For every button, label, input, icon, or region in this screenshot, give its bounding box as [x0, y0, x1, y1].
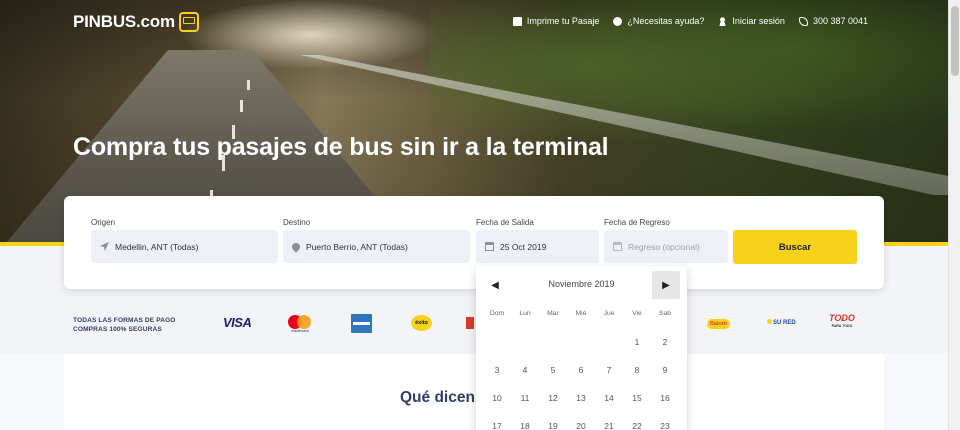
baloto-logo: Baloto — [707, 319, 731, 329]
logo-text: PINBUS.com — [73, 12, 175, 31]
hero-headline: Compra tus pasajes de bus sin ir a la te… — [73, 133, 609, 161]
nav-help-label: ¿Necesitas ayuda? — [627, 16, 705, 26]
search-button[interactable]: Buscar — [733, 230, 857, 264]
weekday-header: Jue — [603, 310, 615, 317]
calendar-day[interactable]: 3 — [483, 365, 511, 375]
calendar-day[interactable]: 16 — [651, 393, 679, 403]
calendar-day[interactable]: 22 — [623, 421, 651, 430]
origin-value: Medellin, ANT (Todas) — [115, 241, 199, 252]
sured-logo: SU RED — [767, 319, 796, 326]
return-label: Fecha de Regreso — [604, 218, 670, 227]
phone-icon — [798, 16, 808, 26]
destination-label: Destino — [283, 218, 311, 227]
top-navigation: Imprime tu Pasaje ¿Necesitas ayuda? Inic… — [512, 16, 868, 26]
nav-phone[interactable]: 300 387 0041 — [798, 16, 868, 26]
calendar-day[interactable]: 14 — [595, 393, 623, 403]
calendar-day[interactable]: 2 — [651, 337, 679, 347]
datepicker-popup: ◀ Noviembre 2019 ▶ Dom Lun Mar Mié Jue Vie Sab… — [476, 266, 687, 430]
origin-input[interactable]: Medellin, ANT (Todas) — [91, 230, 278, 263]
todo-subtext: PARA TODO — [831, 324, 853, 328]
payment-text: TODAS LAS FORMAS DE PAGO COMPRAS 100% SE… — [73, 316, 176, 334]
todo-logo: TODO PARA TODO — [829, 314, 855, 330]
map-pin-icon — [290, 240, 302, 253]
origin-label: Origen — [91, 218, 116, 227]
return-date-input[interactable]: Regreso (opcional) — [604, 230, 728, 263]
nav-print-label: Imprime tu Pasaje — [526, 16, 600, 26]
calendar-icon — [485, 242, 494, 251]
road-lane-mark — [240, 100, 243, 112]
mastercard-text: mastercard — [291, 329, 309, 333]
calendar-day[interactable]: 23 — [651, 421, 679, 430]
calendar-day[interactable]: 6 — [567, 365, 595, 375]
weekday-header: Lun — [519, 310, 531, 317]
search-panel: Origen Medellin, ANT (Todas) Destino Pue… — [64, 196, 884, 289]
calendar-day[interactable]: 12 — [539, 393, 567, 403]
departure-label: Fecha de Salida — [476, 218, 534, 227]
nav-phone-label: 300 387 0041 — [812, 16, 868, 26]
departure-date-input[interactable]: 25 Oct 2019 — [476, 230, 599, 263]
bus-logo-icon — [178, 12, 199, 32]
calendar-day[interactable]: 20 — [567, 421, 595, 430]
calendar-day[interactable]: 11 — [511, 393, 539, 403]
destination-value: Puerto Berrio, ANT (Todas) — [306, 241, 408, 252]
mastercard-logo: mastercard — [287, 314, 313, 334]
site-logo[interactable]: PINBUS.com — [73, 12, 199, 32]
testimonials-section: Qué dicen de nosotros — [0, 354, 948, 430]
calendar-day[interactable]: 17 — [483, 421, 511, 430]
calendar-day[interactable]: 1 — [623, 337, 651, 347]
calendar-day[interactable]: 13 — [567, 393, 595, 403]
user-icon — [718, 16, 728, 26]
calendar-day[interactable]: 9 — [651, 365, 679, 375]
calendar-day[interactable]: 10 — [483, 393, 511, 403]
nav-help[interactable]: ¿Necesitas ayuda? — [613, 16, 704, 26]
road-lane-mark — [247, 80, 250, 90]
destination-input[interactable]: Puerto Berrio, ANT (Todas) — [283, 230, 470, 263]
print-icon — [512, 16, 522, 26]
scrollbar-thumb[interactable] — [951, 6, 959, 76]
nav-print-ticket[interactable]: Imprime tu Pasaje — [512, 16, 600, 26]
help-icon — [613, 16, 623, 26]
calendar-day[interactable]: 15 — [623, 393, 651, 403]
weekday-header: Mié — [575, 310, 587, 317]
weekday-header: Dom — [489, 310, 505, 317]
calendar-day[interactable]: 18 — [511, 421, 539, 430]
calendar-day[interactable]: 4 — [511, 365, 539, 375]
payment-text-line2: COMPRAS 100% SEGURAS — [73, 326, 162, 333]
calendar-day[interactable]: 8 — [623, 365, 651, 375]
weekday-header: Sab — [658, 310, 672, 317]
amex-logo — [351, 314, 372, 333]
weekday-header: Vie — [632, 310, 642, 317]
payment-text-line1: TODAS LAS FORMAS DE PAGO — [73, 317, 176, 324]
weekday-header: Mar — [547, 310, 559, 317]
location-arrow-icon — [100, 242, 109, 251]
sured-text: SU RED — [773, 320, 796, 326]
next-month-button[interactable]: ▶ — [652, 271, 680, 299]
payment-methods-strip: TODAS LAS FORMAS DE PAGO COMPRAS 100% SE… — [0, 296, 948, 354]
calendar-day[interactable]: 7 — [595, 365, 623, 375]
calendar-day[interactable]: 5 — [539, 365, 567, 375]
page-scrollbar[interactable] — [948, 0, 960, 430]
calendar-day[interactable]: 21 — [595, 421, 623, 430]
calendar-day[interactable]: 19 — [539, 421, 567, 430]
return-placeholder: Regreso (opcional) — [628, 241, 700, 252]
calendar-icon — [613, 242, 622, 251]
departure-value: 25 Oct 2019 — [500, 241, 547, 252]
bank-logo — [466, 317, 474, 329]
visa-logo: VISA — [223, 315, 252, 330]
nav-login[interactable]: Iniciar sesión — [718, 16, 785, 26]
exito-logo: éxito — [411, 315, 432, 331]
nav-login-label: Iniciar sesión — [732, 16, 785, 26]
